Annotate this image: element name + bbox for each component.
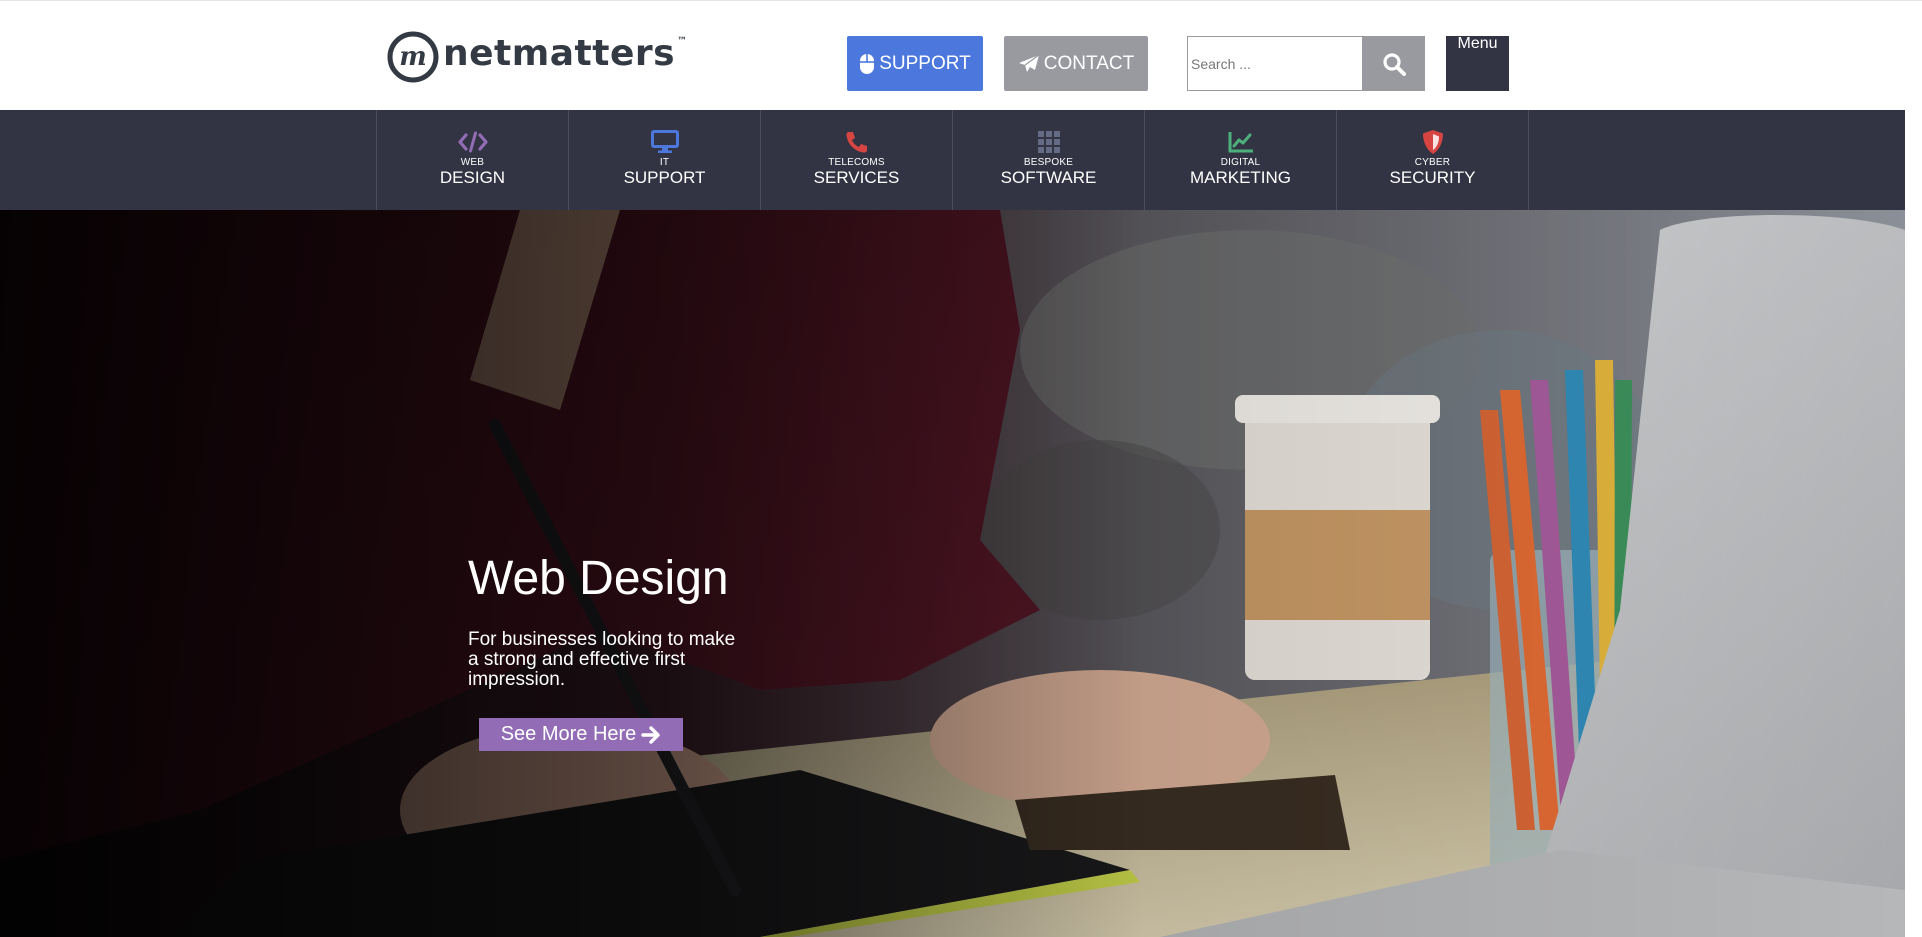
contact-button-label: CONTACT: [1043, 52, 1135, 74]
nav-item-label: SUPPORT: [623, 168, 706, 187]
services-nav: WEB DESIGN IT SUPPORT TELECOMS SERVICES: [0, 110, 1905, 210]
logo-trademark: ™: [677, 36, 688, 47]
nav-item-small-label: TELECOMS: [828, 157, 885, 168]
search-icon: [1382, 52, 1406, 76]
nav-item-bespoke-software[interactable]: BESPOKE SOFTWARE: [953, 110, 1145, 210]
search-input[interactable]: [1187, 36, 1363, 91]
netmatters-logo-icon: m: [387, 31, 439, 83]
desktop-icon: [650, 129, 679, 155]
search-button[interactable]: [1362, 36, 1425, 91]
hero-title: Web Design: [468, 552, 729, 605]
grid-icon: [1037, 129, 1061, 155]
nav-item-small-label: CYBER: [1414, 157, 1451, 168]
menu-button-label: Menu: [1457, 35, 1498, 52]
hero-background-image: [0, 210, 1905, 937]
nav-item-small-label: DIGITAL: [1220, 157, 1261, 168]
paper-plane-icon: [1018, 54, 1040, 74]
see-more-button[interactable]: See More Here: [479, 718, 683, 751]
site-logo[interactable]: m netmatters ™: [387, 31, 687, 83]
hero-subtitle: For businesses looking to make a strong …: [468, 629, 736, 690]
code-icon: [457, 129, 488, 155]
nav-item-web-design[interactable]: WEB DESIGN: [377, 110, 569, 210]
nav-item-small-label: WEB: [460, 157, 485, 168]
hero-banner: Web Design For businesses looking to mak…: [0, 210, 1905, 937]
site-header: m netmatters ™ SUPPORT CONTACT Search ..…: [0, 0, 1922, 110]
menu-button[interactable]: Menu: [1446, 36, 1509, 91]
mouse-icon: [859, 53, 875, 75]
arrow-right-icon: [641, 725, 661, 744]
page-right-margin: [1905, 110, 1922, 937]
nav-item-label: MARKETING: [1189, 168, 1292, 187]
contact-button[interactable]: CONTACT: [1004, 36, 1148, 91]
nav-item-cyber-security[interactable]: CYBER SECURITY: [1337, 110, 1529, 210]
nav-item-label: SOFTWARE: [1000, 168, 1097, 187]
nav-item-label: SERVICES: [813, 168, 900, 187]
see-more-button-label: See More Here: [500, 723, 637, 745]
logo-text: netmatters: [443, 33, 676, 74]
services-nav-list: WEB DESIGN IT SUPPORT TELECOMS SERVICES: [376, 110, 1529, 210]
nav-item-small-label: BESPOKE: [1023, 157, 1074, 168]
phone-icon: [845, 129, 869, 155]
support-button[interactable]: SUPPORT: [847, 36, 983, 91]
hero-content: Web Design For businesses looking to mak…: [468, 552, 738, 751]
nav-item-it-support[interactable]: IT SUPPORT: [569, 110, 761, 210]
nav-item-label: SECURITY: [1389, 168, 1476, 187]
shield-icon: [1421, 129, 1445, 155]
nav-item-small-label: IT: [659, 157, 670, 168]
nav-item-label: DESIGN: [439, 168, 506, 187]
nav-item-digital-marketing[interactable]: DIGITAL MARKETING: [1145, 110, 1337, 210]
support-button-label: SUPPORT: [879, 52, 971, 74]
svg-text:m: m: [399, 42, 427, 72]
nav-item-telecoms-services[interactable]: TELECOMS SERVICES: [761, 110, 953, 210]
chart-line-icon: [1228, 129, 1254, 155]
